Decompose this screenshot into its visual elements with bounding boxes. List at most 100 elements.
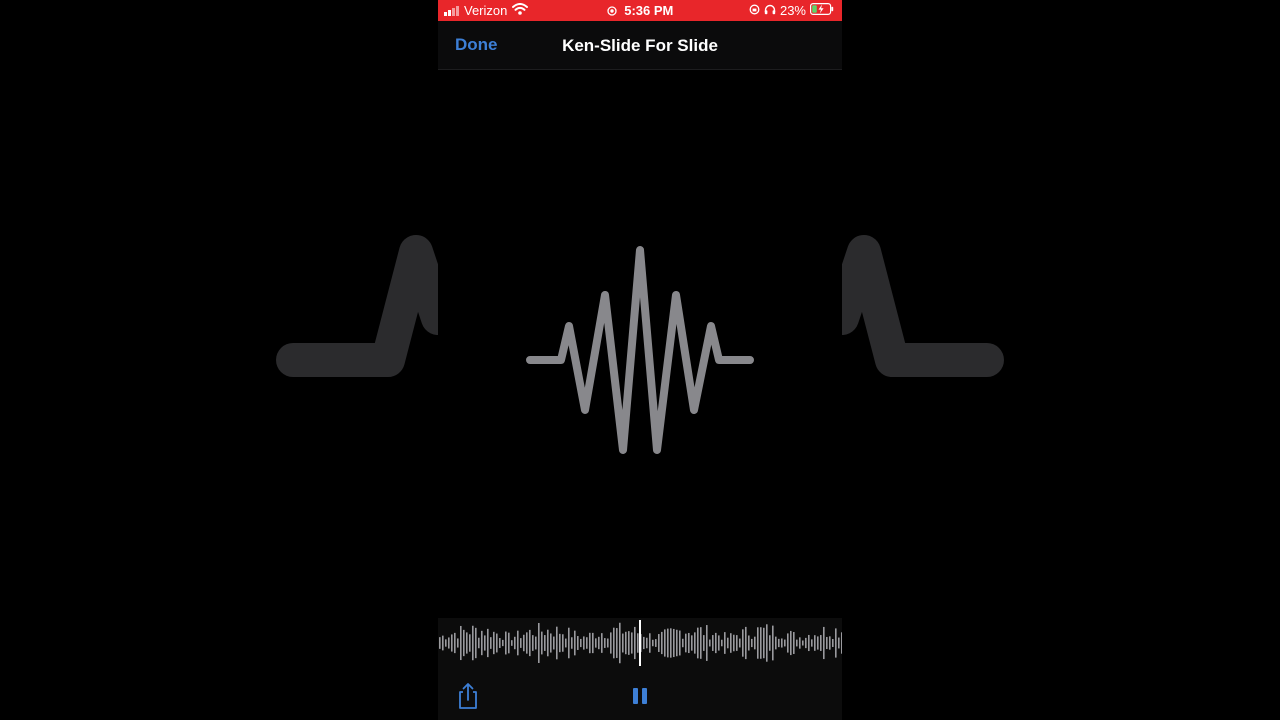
- waveform-bar: [448, 637, 450, 649]
- waveform-bar: [679, 630, 681, 656]
- waveform-bar: [475, 627, 477, 659]
- waveform-bar: [790, 630, 792, 656]
- waveform-bar: [736, 635, 738, 651]
- waveform-bar: [670, 628, 672, 658]
- waveform-bar: [496, 633, 498, 653]
- waveform-bar: [481, 630, 483, 656]
- waveform-bar: [493, 631, 495, 655]
- waveform-bar: [454, 632, 456, 654]
- waveform-bar: [589, 632, 591, 654]
- waveform-bar: [460, 625, 462, 661]
- waveform-bar: [604, 638, 606, 648]
- waveform-bar: [706, 625, 708, 661]
- waveform-bar: [532, 635, 534, 651]
- waveform-bar: [445, 639, 447, 647]
- waveform-bar: [682, 638, 684, 648]
- waveform-bar: [778, 638, 780, 648]
- waveform-bar: [667, 628, 669, 658]
- waveform-bar: [823, 626, 825, 660]
- waveform-bar: [733, 634, 735, 652]
- waveform-bar: [517, 630, 519, 656]
- waveform-bar: [829, 636, 831, 650]
- waveform-bar: [832, 639, 834, 647]
- waveform-bar: [796, 639, 798, 647]
- waveform-bar: [592, 632, 594, 654]
- waveform-bar: [712, 635, 714, 651]
- waveform-bar: [781, 638, 783, 648]
- waveform-bar: [487, 628, 489, 658]
- waveform-bar: [751, 638, 753, 648]
- waveform-bar: [673, 628, 675, 658]
- share-icon[interactable]: [455, 682, 481, 710]
- waveform-bar: [826, 636, 828, 650]
- navigation-bar: Done Ken-Slide For Slide: [438, 21, 842, 70]
- waveform-bar: [553, 636, 555, 650]
- waveform-bar: [820, 635, 822, 651]
- waveform-bar: [544, 635, 546, 651]
- waveform-bar: [760, 627, 762, 659]
- waveform-bar: [793, 632, 795, 654]
- waveform-bar: [502, 639, 504, 647]
- waveform-bar: [763, 627, 765, 659]
- waveform-bar: [748, 635, 750, 651]
- waveform-bar: [526, 632, 528, 654]
- rotation-lock-icon: [749, 3, 760, 18]
- waveform-bar: [451, 634, 453, 652]
- waveform-bar: [547, 629, 549, 657]
- waveform-bar: [586, 637, 588, 649]
- waveform-bar: [700, 627, 702, 659]
- playhead[interactable]: [639, 620, 641, 666]
- battery-percent: 23%: [779, 3, 806, 18]
- waveform-bar: [631, 632, 633, 654]
- waveform-bar: [442, 635, 444, 651]
- waveform-bar: [739, 638, 741, 648]
- waveform-bar: [559, 633, 561, 653]
- waveform-bar: [676, 629, 678, 657]
- waveform-bar: [616, 628, 618, 658]
- waveform-bar: [646, 637, 648, 649]
- battery-charging-icon: [810, 3, 834, 18]
- waveform-bar: [550, 633, 552, 653]
- waveform-bar: [703, 635, 705, 651]
- status-bar: Verizon 5:36 PM 23%: [438, 0, 842, 21]
- waveform-bar: [769, 635, 771, 651]
- waveform-bar: [514, 636, 516, 650]
- waveform-bar: [490, 637, 492, 649]
- waveform-bar: [472, 625, 474, 661]
- waveform-bar: [661, 631, 663, 655]
- waveform-bar: [694, 632, 696, 654]
- waveform-bar: [814, 635, 816, 651]
- waveform-bar: [817, 636, 819, 650]
- waveform-bar: [580, 638, 582, 648]
- pause-icon[interactable]: [630, 686, 650, 706]
- waveform-bar: [499, 638, 501, 648]
- waveform-bar: [466, 632, 468, 654]
- waveform-bar: [724, 632, 726, 654]
- status-time: 5:36 PM: [624, 3, 674, 18]
- waveform-bar: [649, 633, 651, 653]
- waveform-icon: [438, 70, 842, 620]
- waveform-bar: [802, 640, 804, 646]
- voice-memo-screen: Verizon 5:36 PM 23% Done Ken-Slide For S…: [438, 0, 842, 720]
- waveform-bar: [598, 636, 600, 650]
- waveform-bar: [637, 633, 639, 653]
- waveform-bar: [685, 633, 687, 653]
- waveform-bar: [688, 632, 690, 654]
- waveform-bar: [655, 639, 657, 647]
- waveform-bar: [784, 639, 786, 647]
- waveform-bar: [568, 627, 570, 659]
- waveform-bar: [718, 635, 720, 651]
- waveform-bar: [577, 636, 579, 650]
- waveform-bar: [766, 624, 768, 662]
- waveform-bar: [727, 637, 729, 649]
- waveform-scrubber[interactable]: [438, 618, 842, 668]
- waveform-bar: [619, 622, 621, 664]
- waveform-bar: [775, 636, 777, 650]
- waveform-bar: [808, 634, 810, 652]
- waveform-bar: [730, 633, 732, 653]
- waveform-bar: [562, 634, 564, 652]
- waveform-bar: [565, 638, 567, 648]
- waveform-bar: [838, 637, 840, 649]
- waveform-bar: [622, 633, 624, 653]
- waveform-bar: [535, 636, 537, 650]
